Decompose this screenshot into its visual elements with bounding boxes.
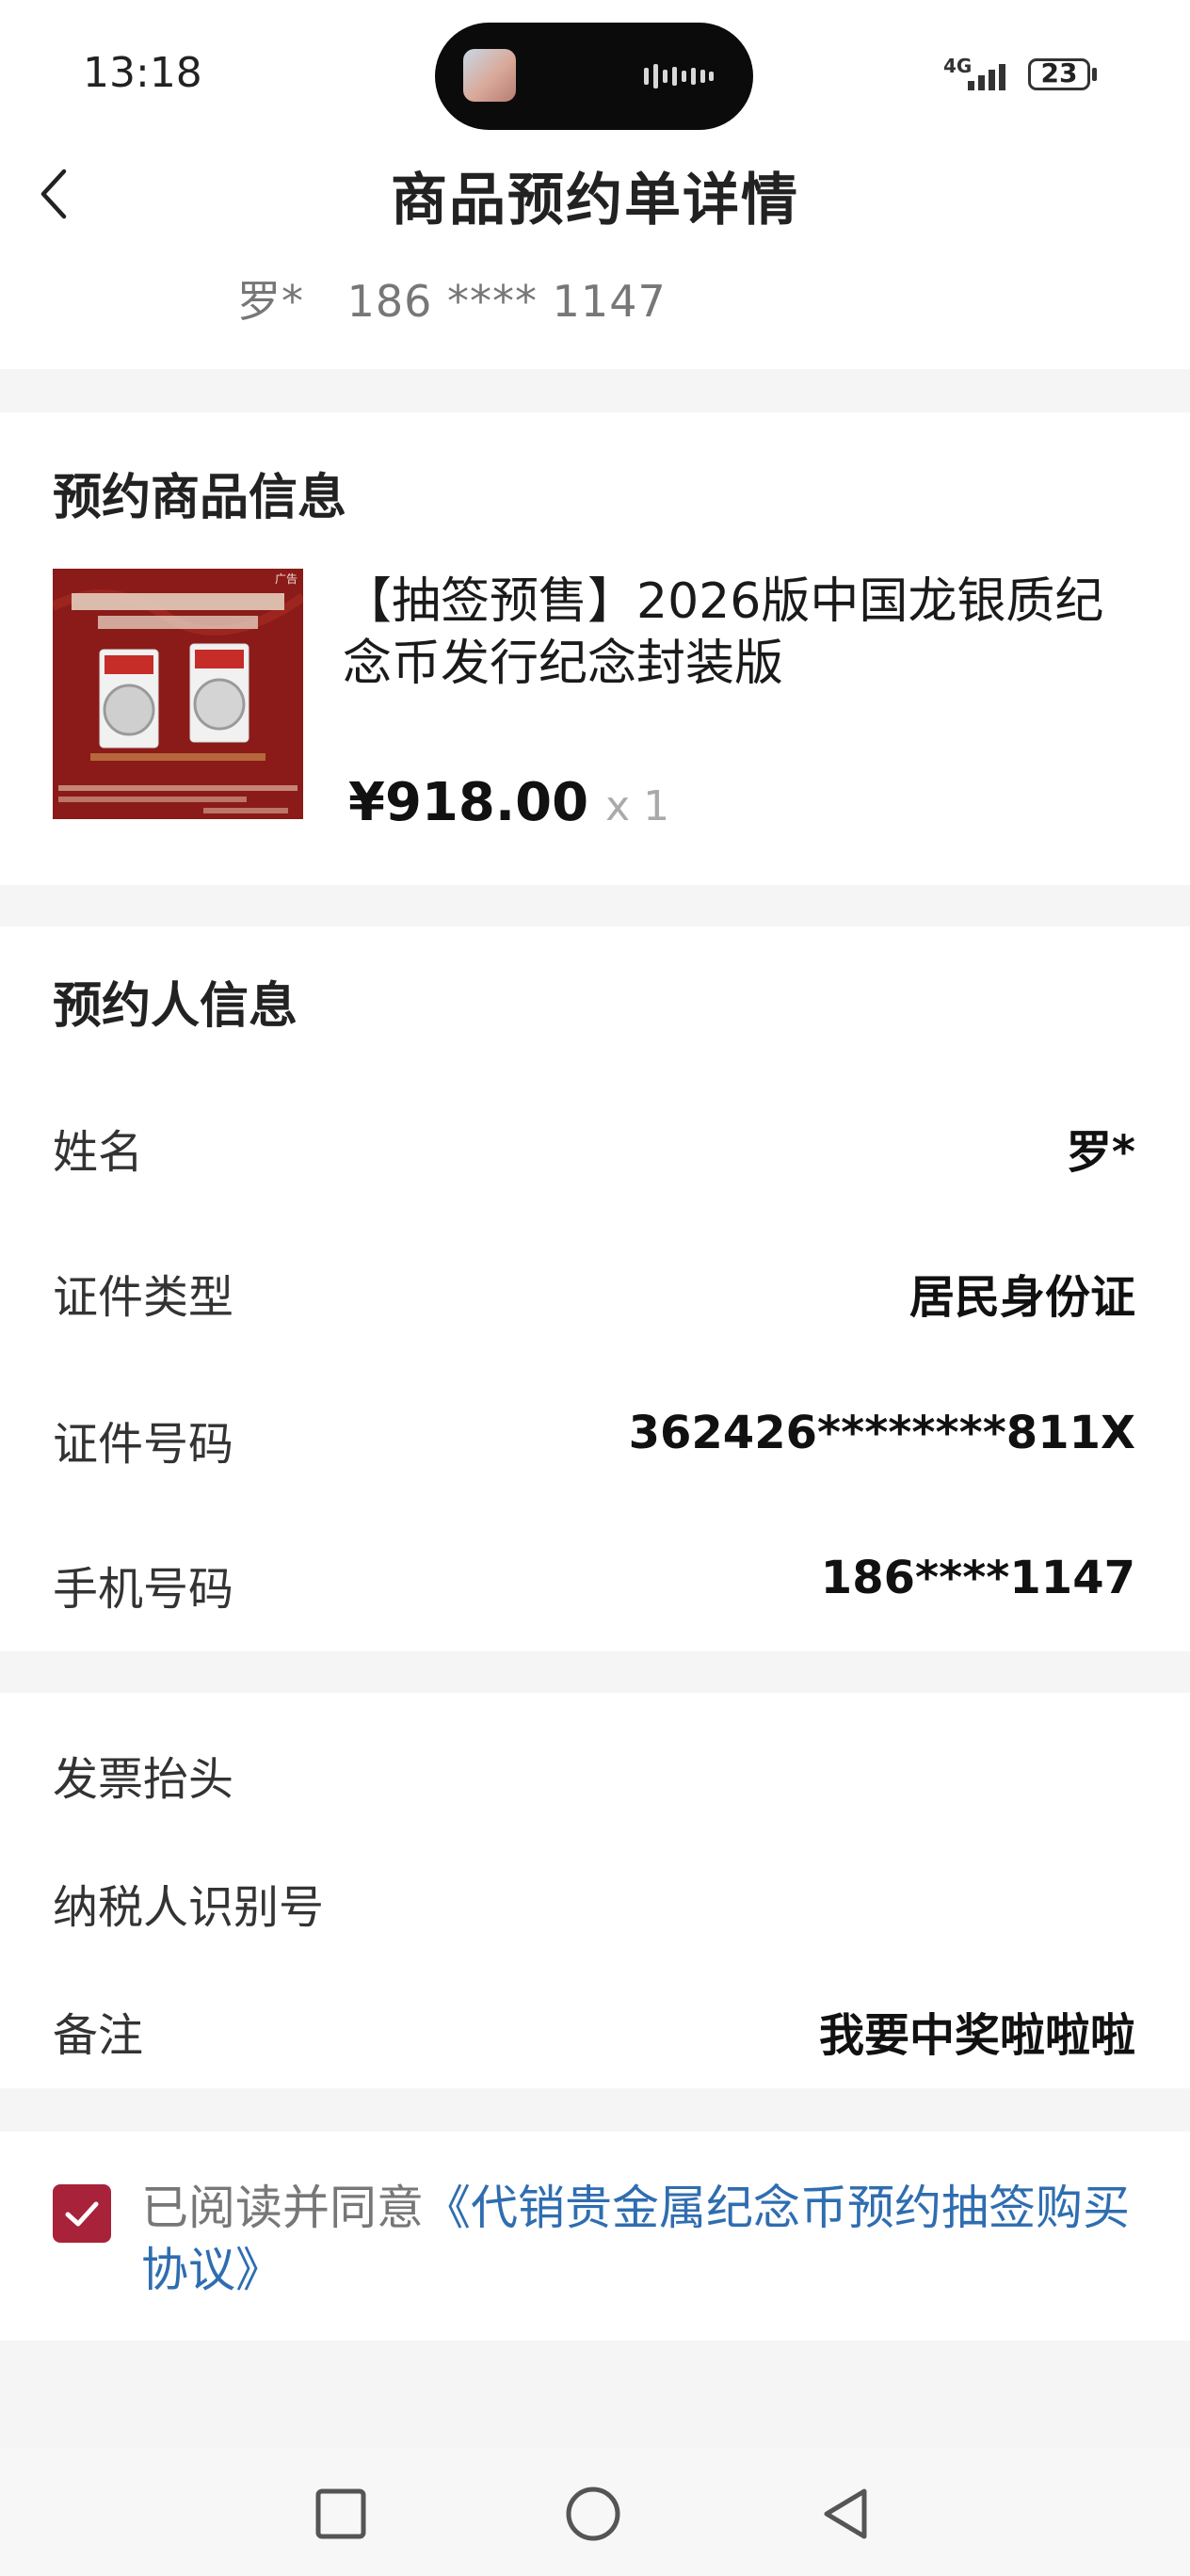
check-icon [65, 2201, 99, 2227]
agreement-prefix: 已阅读并同意 [141, 2181, 424, 2235]
dynamic-island[interactable] [435, 23, 753, 130]
product-section-title: 预约商品信息 [53, 470, 347, 526]
price-row: ¥918.00 x 1 [348, 772, 669, 833]
product-quantity: x 1 [605, 782, 670, 830]
name-value: 罗* [1066, 1126, 1135, 1179]
product-price: ¥918.00 [348, 772, 589, 833]
taxpayer-id-label: 纳税人识别号 [53, 1881, 325, 1934]
battery-tip [1092, 68, 1097, 81]
product-image[interactable]: 广告 [53, 569, 303, 819]
phone-value: 186****1147 [820, 1552, 1135, 1604]
recent-apps-icon[interactable] [313, 2486, 369, 2542]
contact-summary: 罗* 186 **** 1147 [237, 267, 667, 330]
back-nav-icon[interactable] [819, 2486, 876, 2542]
agreement-checkbox[interactable] [53, 2184, 111, 2243]
id-type-label: 证件类型 [53, 1271, 234, 1324]
agreement-text: 已阅读并同意《代销贵金属纪念币预约抽签购买协议》 [141, 2177, 1139, 2301]
home-icon[interactable] [565, 2486, 621, 2542]
status-indicators: 4G 23 [941, 51, 1111, 98]
coin-package-image [53, 569, 303, 819]
id-number-value: 362426********811X [628, 1407, 1135, 1459]
status-time: 13:18 [83, 49, 202, 97]
contact-phone: 186 **** 1147 [346, 276, 667, 327]
audio-wave-icon [644, 64, 714, 89]
remark-value: 我要中奖啦啦啦 [818, 2009, 1135, 2062]
reserver-section-title: 预约人信息 [53, 978, 298, 1035]
phone-label: 手机号码 [53, 1563, 234, 1616]
id-type-value: 居民身份证 [909, 1271, 1135, 1324]
signal-icon [968, 64, 1005, 90]
invoice-title-label: 发票抬头 [53, 1753, 234, 1806]
media-thumbnail [463, 49, 516, 102]
remark-label: 备注 [53, 2009, 144, 2062]
contact-name: 罗* [237, 276, 304, 327]
battery-icon: 23 [1028, 57, 1090, 90]
page-title: 商品预约单详情 [391, 168, 799, 233]
ad-tag: 广告 [274, 572, 298, 586]
battery-level: 23 [1040, 57, 1078, 89]
name-label: 姓名 [53, 1126, 144, 1179]
id-number-label: 证件号码 [53, 1418, 234, 1471]
product-name[interactable]: 【抽签预售】2026版中国龙银质纪念币发行纪念封装版 [343, 571, 1143, 695]
